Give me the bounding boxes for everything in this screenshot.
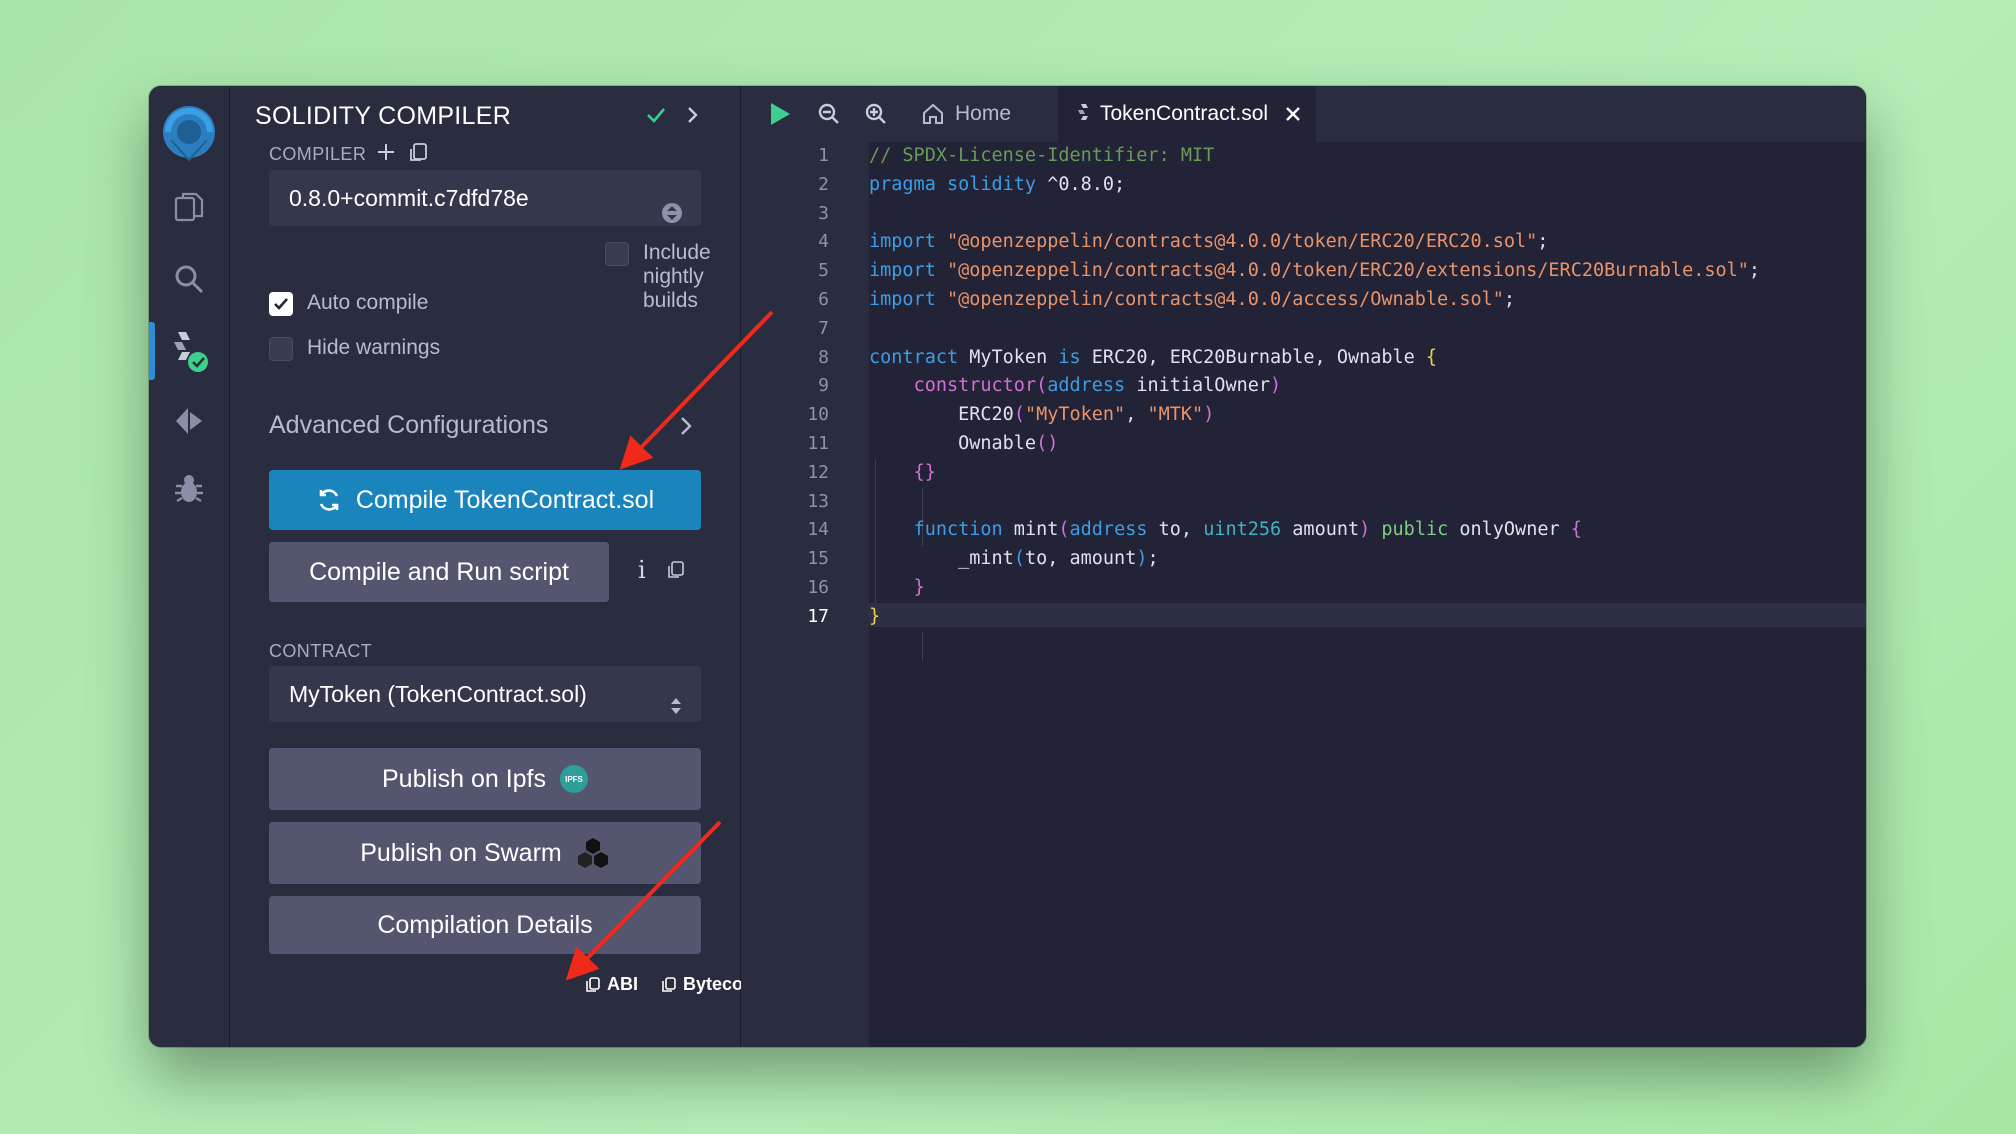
tab-home[interactable]: Home <box>921 86 1011 142</box>
code-line: ERC20("MyToken", "MTK") <box>958 404 1215 426</box>
hide-warnings-checkbox[interactable] <box>269 337 293 361</box>
code-line: Ownable() <box>958 432 1059 454</box>
line-number: 7 <box>818 317 829 339</box>
tab-home-label: Home <box>955 102 1012 125</box>
code-line: } <box>869 605 881 627</box>
code-line: _mint(to, amount); <box>958 548 1159 570</box>
debugger-icon[interactable] <box>149 464 229 514</box>
auto-compile-checkbox[interactable] <box>269 292 293 316</box>
tab-file-label: TokenContract.sol <box>1100 102 1269 125</box>
panel-title: SOLIDITY COMPILER <box>255 102 512 130</box>
compiler-label: COMPILER <box>269 144 367 164</box>
compilation-details-label: Compilation Details <box>377 910 593 939</box>
line-number: 17 <box>807 605 829 627</box>
zoom-out-icon[interactable] <box>817 102 841 131</box>
copy-icon <box>662 976 676 992</box>
code-line: {} <box>913 461 936 483</box>
copy-abi-button[interactable]: ABI <box>585 974 638 995</box>
editor-tab-bar: Home TokenContract.sol <box>741 86 1866 142</box>
line-number: 8 <box>818 346 829 368</box>
line-number: 2 <box>818 173 829 195</box>
compile-button[interactable]: Compile TokenContract.sol <box>269 470 701 530</box>
zoom-in-icon[interactable] <box>864 102 888 131</box>
nightly-builds-label: Include nightly builds <box>643 241 711 312</box>
deploy-run-icon[interactable] <box>149 396 229 446</box>
code-line: import "@openzeppelin/contracts@4.0.0/to… <box>869 231 1549 253</box>
check-icon <box>645 104 667 131</box>
line-number: 5 <box>818 260 829 282</box>
publish-ipfs-button[interactable]: Publish on Ipfs IPFS <box>269 748 701 810</box>
auto-compile-label: Auto compile <box>307 291 429 314</box>
compilation-details-button[interactable]: Compilation Details <box>269 896 701 954</box>
advanced-configurations-toggle[interactable]: Advanced Configurations <box>269 411 548 440</box>
line-number: 1 <box>818 145 829 166</box>
publish-swarm-label: Publish on Swarm <box>360 838 562 867</box>
code-content[interactable]: // SPDX-License-Identifier: MIT pragma s… <box>869 142 1866 632</box>
line-number: 10 <box>807 404 829 426</box>
indent-guide <box>922 632 923 661</box>
compile-run-script-button[interactable]: Compile and Run script <box>269 542 609 602</box>
remix-logo-icon[interactable] <box>149 102 229 166</box>
compiler-version-value: 0.8.0+commit.c7dfd78e <box>289 185 529 211</box>
chevron-right-icon[interactable] <box>678 414 694 443</box>
publish-ipfs-label: Publish on Ipfs <box>382 764 546 793</box>
abi-label: ABI <box>607 974 638 994</box>
compile-run-script-label: Compile and Run script <box>309 557 569 586</box>
contract-select-value: MyToken (TokenContract.sol) <box>289 681 587 707</box>
line-numbers: 1 2 3 4 5 6 7 8 9 10 11 12 13 14 15 16 17 <box>741 142 829 632</box>
solidity-file-icon <box>1078 104 1088 120</box>
line-number: 12 <box>807 461 829 483</box>
line-number: 14 <box>807 519 829 541</box>
line-number: 4 <box>818 231 829 253</box>
info-icon[interactable]: i <box>638 556 646 584</box>
line-number: 11 <box>807 432 829 454</box>
contract-select[interactable]: MyToken (TokenContract.sol) <box>269 666 701 722</box>
line-number: 15 <box>807 548 829 570</box>
copy-icon <box>586 976 600 992</box>
code-line: constructor(address initialOwner) <box>913 375 1282 397</box>
line-number: 9 <box>818 375 829 397</box>
search-icon[interactable] <box>149 254 229 304</box>
code-editor: Home TokenContract.sol 1 2 3 4 5 6 7 8 9 10 11 12 13… <box>741 86 1866 1047</box>
compiler-panel: SOLIDITY COMPILER COMPILER 0.8.0+commit.… <box>230 86 764 1047</box>
select-arrows-icon <box>661 188 683 244</box>
code-line: contract MyToken is ERC20, ERC20Burnable… <box>869 346 1438 368</box>
add-compiler-icon[interactable] <box>375 141 397 168</box>
close-icon[interactable] <box>1284 105 1302 123</box>
compile-button-label: Compile TokenContract.sol <box>355 485 655 514</box>
code-line: function mint(address to, uint256 amount… <box>913 519 1582 541</box>
line-number: 13 <box>807 490 829 512</box>
contract-label: CONTRACT <box>269 641 373 661</box>
home-icon <box>923 103 943 124</box>
publish-swarm-button[interactable]: Publish on Swarm <box>269 822 701 884</box>
load-compiler-icon[interactable] <box>408 141 430 168</box>
line-number: 3 <box>818 202 829 224</box>
code-line: // SPDX-License-Identifier: MIT <box>869 145 1215 166</box>
nightly-builds-checkbox[interactable] <box>605 242 629 266</box>
copy-icon[interactable] <box>667 560 685 585</box>
line-number: 6 <box>818 288 829 310</box>
line-number: 16 <box>807 576 829 598</box>
ipfs-icon: IPFS <box>560 765 588 793</box>
chevron-right-icon[interactable] <box>685 104 701 131</box>
file-explorer-icon[interactable] <box>149 182 229 232</box>
hide-warnings-label: Hide warnings <box>307 336 441 359</box>
code-line: import "@openzeppelin/contracts@4.0.0/ac… <box>869 288 1516 310</box>
tab-token-contract[interactable]: TokenContract.sol <box>1058 86 1316 142</box>
solidity-compiler-icon[interactable] <box>149 326 229 376</box>
run-icon[interactable] <box>767 100 793 133</box>
compiler-version-select[interactable]: 0.8.0+commit.c7dfd78e <box>269 170 701 226</box>
refresh-icon <box>319 489 339 511</box>
code-line: } <box>913 576 925 598</box>
icon-rail <box>149 86 230 1047</box>
swarm-icon <box>577 838 608 868</box>
code-line: pragma solidity ^0.8.0; <box>869 173 1126 195</box>
remix-window: SOLIDITY COMPILER COMPILER 0.8.0+commit.… <box>149 86 1866 1047</box>
select-arrows-icon <box>669 682 683 738</box>
code-line: import "@openzeppelin/contracts@4.0.0/to… <box>869 260 1761 282</box>
